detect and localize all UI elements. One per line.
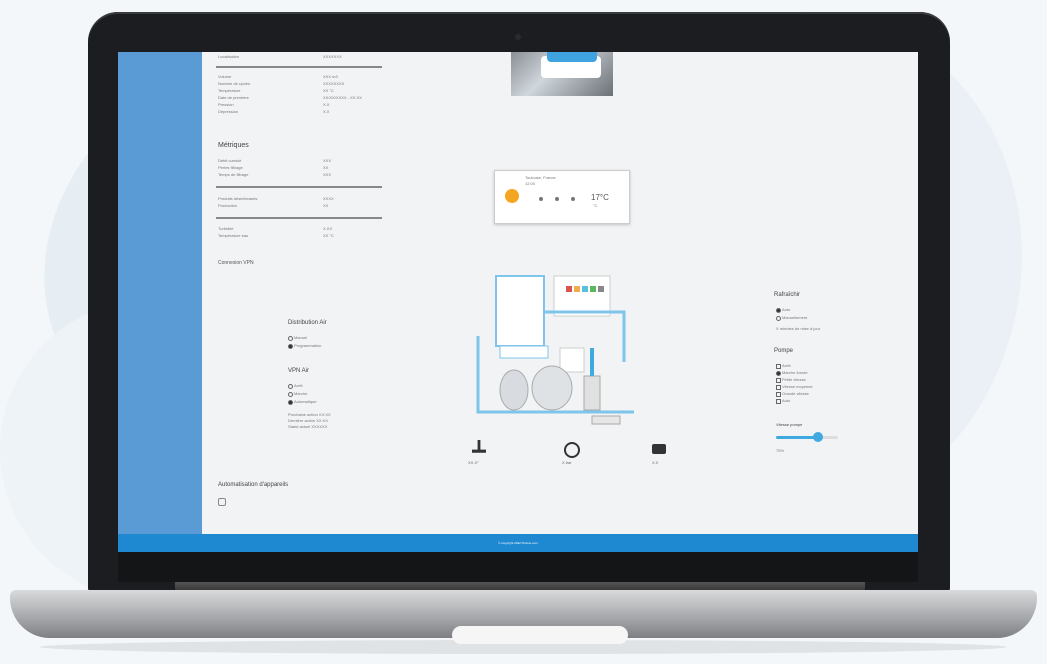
- weather-time: 12:00: [525, 181, 536, 186]
- detail-label: Température: [218, 88, 241, 93]
- location-label: Localisation: [218, 54, 240, 59]
- pump-icon: [652, 444, 666, 454]
- detail-value: X.X: [323, 109, 330, 114]
- pump-option-label: Arrêt: [782, 363, 791, 368]
- sun-icon: [505, 189, 519, 203]
- metric-value: XXX: [323, 158, 332, 163]
- camera-icon: [515, 34, 521, 40]
- refresh-auto-label: Auto: [782, 307, 791, 312]
- refresh-note: X minutes de mise à jour: [776, 326, 821, 331]
- pump-option-checkbox[interactable]: [776, 371, 781, 376]
- metric-label: Turbidité: [218, 226, 234, 231]
- weather-location: Toulouse, France: [525, 175, 556, 180]
- water-shape: [547, 52, 597, 62]
- refresh-manual-label: Manuellement: [782, 315, 808, 320]
- detail-label: Pression: [218, 102, 234, 107]
- refresh-auto-radio[interactable]: [776, 308, 781, 313]
- metric-label: Débit cumulé: [218, 158, 242, 163]
- detail-value: XX °C: [323, 88, 334, 93]
- pump-title: Pompe: [774, 348, 794, 354]
- automation-title: Automatisation d'appareils: [218, 482, 289, 488]
- divider: [216, 217, 382, 219]
- divider: [216, 66, 382, 68]
- humidity-icon: [555, 197, 559, 201]
- wind-icon: [539, 197, 543, 201]
- gauge-value: X bar: [562, 460, 572, 465]
- metric-value: XX: [323, 165, 329, 170]
- metric-label: Temps de filtrage: [218, 172, 249, 177]
- pump-option-checkbox[interactable]: [776, 399, 781, 404]
- refresh-manual-radio[interactable]: [776, 316, 781, 321]
- pool-photo: [511, 52, 613, 96]
- vpn-note: Prochaine action XX:XX: [288, 412, 331, 417]
- metrics-title: Métriques: [218, 142, 249, 149]
- vpn-auto-label: Automatique: [294, 399, 317, 404]
- pump-option-label: Auto: [782, 398, 791, 403]
- detail-label: Date de première: [218, 95, 249, 100]
- metric-value: XXXX: [323, 196, 334, 201]
- refresh-title: Rafraîchir: [774, 292, 801, 298]
- vpn-on-label: Marche: [294, 391, 308, 396]
- metric-value: XX °C: [323, 233, 334, 238]
- vpn-on-radio[interactable]: [288, 392, 293, 397]
- detail-value: XX/XX/XXXX - XX:XX: [323, 95, 362, 100]
- gauge-icon: [564, 442, 580, 458]
- location-value: XXXXXXX: [323, 54, 342, 59]
- vpn-auto-radio[interactable]: [288, 400, 293, 405]
- distribution-manual-label: Manuel: [294, 335, 308, 340]
- distribution-title: Distribution Air: [288, 320, 327, 326]
- speed-title: Vitesse pompe: [776, 422, 803, 427]
- screen: Localisation XXXXXXX Volume XXX m3 Nombr…: [118, 52, 918, 552]
- metric-value: XXX: [323, 172, 332, 177]
- vpn-note: Dernière action XX:XX: [288, 418, 329, 423]
- speed-slider-knob[interactable]: [813, 432, 824, 442]
- metric-value: X.XX: [323, 226, 333, 231]
- distribution-manual-radio[interactable]: [288, 336, 293, 341]
- pump-option-label: Grande vitesse: [782, 391, 809, 396]
- weather-unit: °C: [593, 203, 598, 208]
- pump-option-label: Petite vitesse: [782, 377, 806, 382]
- vpn-note: Statut actuel XXXXXX: [288, 424, 328, 429]
- speed-value: 75%: [776, 448, 785, 453]
- screen-bezel: [118, 552, 918, 582]
- metric-label: Produits désinfectants: [218, 196, 258, 201]
- pump-option-checkbox[interactable]: [776, 378, 781, 383]
- thermometer-value: XX.X°: [468, 460, 479, 465]
- copyright-text: © copyright 2022 Piscine.com: [498, 541, 538, 545]
- detail-label: Nombre de cycles: [218, 81, 251, 86]
- pump-option-checkbox[interactable]: [776, 364, 781, 369]
- detail-label: Dépression: [218, 109, 239, 114]
- distribution-program-label: Programmation: [294, 343, 322, 348]
- footer: © copyright 2022 Piscine.com: [118, 534, 918, 552]
- sidebar[interactable]: [118, 52, 202, 534]
- pump-option-label: Vitesse moyenne: [782, 384, 813, 389]
- automation-checkbox[interactable]: [218, 498, 226, 506]
- metric-value: XX: [323, 203, 329, 208]
- metric-label: Production: [218, 203, 238, 208]
- vpn-off-radio[interactable]: [288, 384, 293, 389]
- laptop-notch: [452, 626, 628, 644]
- vpn-off-label: Arrêt: [294, 383, 303, 388]
- detail-value: XXX m3: [323, 74, 338, 79]
- distribution-program-radio[interactable]: [288, 344, 293, 349]
- metric-label: Pertes filtrage: [218, 165, 243, 170]
- pump-option-checkbox[interactable]: [776, 392, 781, 397]
- thermometer-icon: [472, 440, 486, 453]
- cloud-icon: [571, 197, 575, 201]
- detail-value: XXXXXXXX: [323, 81, 345, 86]
- speed-slider[interactable]: [776, 432, 838, 442]
- speed-slider-fill: [776, 436, 819, 439]
- weather-temp: 17°C: [591, 193, 609, 202]
- metric-label: Température eau: [218, 233, 249, 238]
- weather-widget: Toulouse, France 12:00 17°C °C: [494, 170, 630, 224]
- pump-value: X.X: [652, 460, 659, 465]
- vpn-title: VPN Air: [288, 368, 310, 374]
- divider: [216, 186, 382, 188]
- pump-option-checkbox[interactable]: [776, 385, 781, 390]
- detail-value: X.X: [323, 102, 330, 107]
- vpn-connection-label: Connexion VPN: [218, 260, 254, 266]
- detail-label: Volume: [218, 74, 232, 79]
- pump-option-label: Marche forcée: [782, 370, 808, 375]
- pool-installation-diagram: [476, 275, 634, 425]
